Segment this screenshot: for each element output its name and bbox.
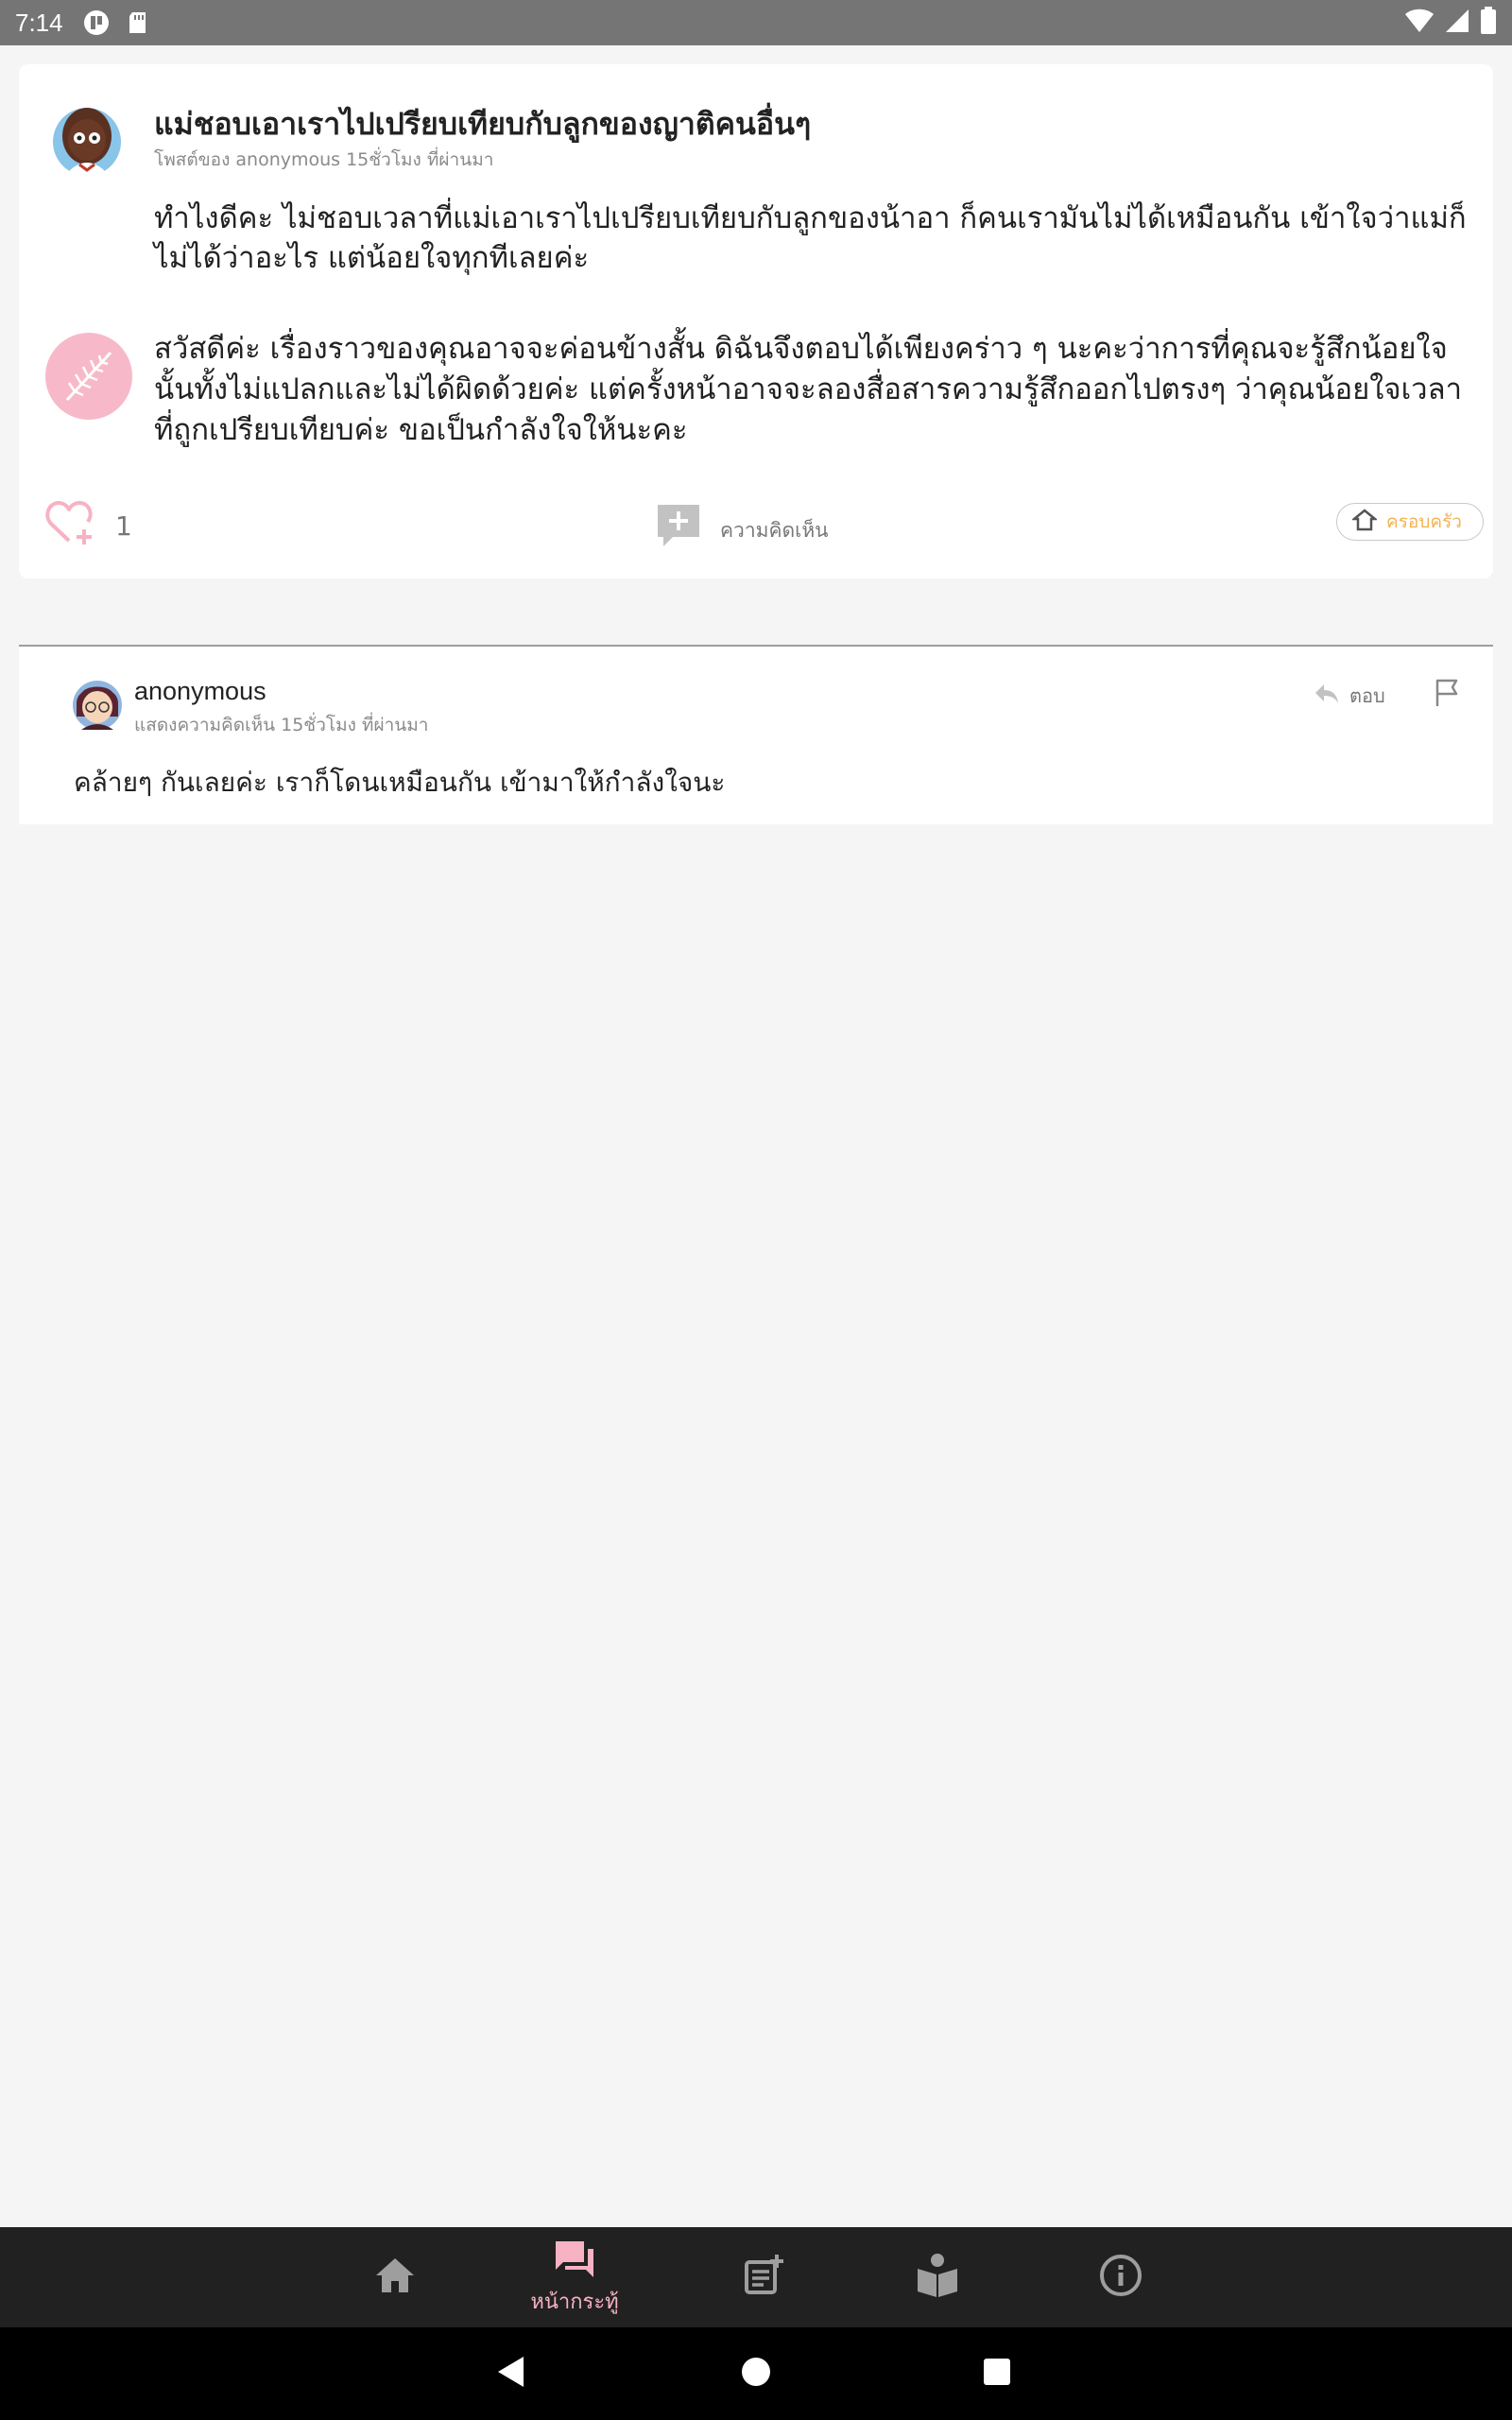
post-card: แม่ชอบเอาเราไปเปรียบเทียบกับลูกของญาติคน… — [19, 64, 1493, 579]
post-title: แม่ชอบเอาเราไปเปรียบเทียบกับลูกของญาติคน… — [154, 106, 812, 142]
flag-icon[interactable] — [1431, 677, 1463, 709]
nav-home[interactable] — [365, 2227, 425, 2327]
house-icon — [1350, 509, 1379, 535]
reply-label: ตอบ — [1349, 684, 1385, 707]
sd-card-icon — [124, 9, 152, 37]
reply-icon — [1314, 683, 1340, 709]
recents-icon — [983, 2358, 1011, 2390]
comment-label: ความคิดเห็น — [720, 518, 829, 542]
like-button[interactable] — [45, 499, 96, 546]
avatar[interactable] — [72, 675, 123, 732]
back-button[interactable] — [488, 2327, 535, 2420]
comment-text: คล้ายๆ กันเลยค่ะ เราก็โดนเหมือนกัน เข้าม… — [74, 767, 726, 798]
category-label: ครอบครัว — [1386, 511, 1462, 532]
app-notification-icon — [82, 9, 111, 37]
forum-icon — [552, 2238, 597, 2283]
home-icon — [372, 2255, 418, 2300]
avatar[interactable] — [51, 102, 123, 178]
nav-forum-label: หน้ากระทู้ — [530, 2290, 619, 2314]
like-count: 1 — [115, 510, 132, 542]
comment-button[interactable]: ความคิดเห็น — [654, 501, 829, 550]
comment-author: anonymous — [134, 677, 266, 705]
comment-card: anonymous แสดงความคิดเห็น 15ชั่วโมง ที่ผ… — [19, 647, 1493, 824]
expert-reply: สวัสดีค่ะ เรื่องราวของคุณอาจจะค่อนข้างสั… — [154, 332, 1462, 447]
back-icon — [495, 2355, 527, 2393]
battery-icon — [1480, 7, 1497, 39]
home-button[interactable] — [731, 2327, 781, 2420]
wifi-icon — [1404, 8, 1435, 38]
bottom-nav: หน้ากระทู้ — [0, 2227, 1512, 2327]
new-post-icon — [741, 2253, 786, 2302]
post-meta: โพสต์ของ anonymous 15ชั่วโมง ที่ผ่านมา — [154, 149, 494, 170]
nav-info[interactable] — [1091, 2227, 1151, 2327]
post-body: ทำไงดีคะ ไม่ชอบเวลาที่แม่เอาเราไปเปรียบเ… — [154, 201, 1467, 275]
status-time: 7:14 — [15, 8, 63, 37]
heart-plus-icon — [45, 501, 93, 544]
nav-new-post[interactable] — [733, 2227, 794, 2327]
add-comment-icon — [654, 501, 703, 550]
system-nav — [0, 2327, 1512, 2420]
status-bar: 7:14 — [0, 0, 1512, 45]
fern-icon — [65, 351, 112, 402]
comment-meta: แสดงความคิดเห็น 15ชั่วโมง ที่ผ่านมา — [134, 715, 429, 735]
recents-button[interactable] — [973, 2327, 1021, 2420]
responder-avatar — [45, 333, 132, 420]
home-circle-icon — [741, 2357, 771, 2391]
signal-icon — [1444, 8, 1470, 38]
nav-reader[interactable] — [907, 2227, 968, 2327]
category-badge[interactable]: ครอบครัว — [1336, 503, 1484, 541]
info-icon — [1098, 2253, 1143, 2302]
reader-icon — [914, 2252, 961, 2303]
nav-forum[interactable]: หน้ากระทู้ — [518, 2227, 631, 2327]
reply-button[interactable]: ตอบ — [1314, 681, 1385, 711]
